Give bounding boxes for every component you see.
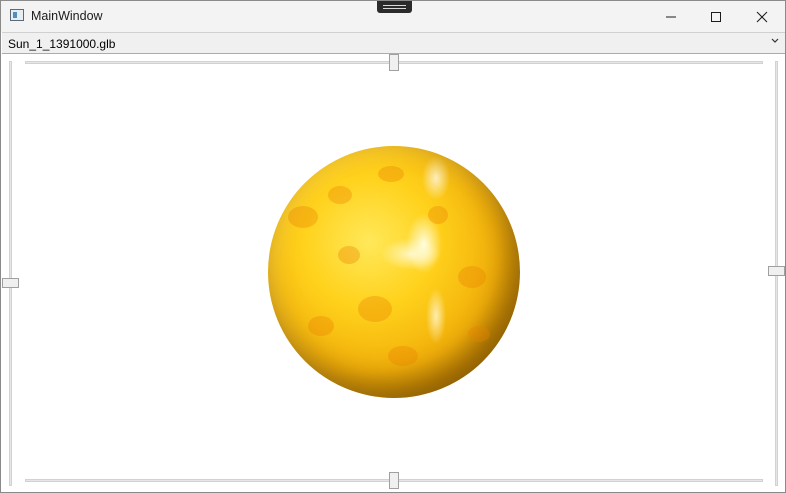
right-slider-thumb[interactable] [768, 266, 785, 276]
main-window: MainWindow Sun_1_1391000.glb [0, 0, 786, 493]
window-title: MainWindow [31, 9, 103, 23]
sun-model[interactable] [268, 146, 520, 398]
app-icon [10, 9, 24, 21]
maximize-button[interactable] [693, 1, 739, 32]
title-bar[interactable]: MainWindow [1, 1, 785, 32]
close-button[interactable] [739, 1, 785, 32]
close-icon [756, 11, 768, 22]
minimize-button[interactable] [648, 1, 694, 32]
top-slider-thumb[interactable] [389, 54, 399, 71]
left-slider-track[interactable] [9, 61, 12, 486]
model-combobox[interactable]: Sun_1_1391000.glb [2, 32, 785, 54]
left-slider-thumb[interactable] [2, 278, 19, 288]
minimize-icon [666, 16, 676, 17]
maximize-icon [711, 11, 721, 22]
snap-layout-grip-icon[interactable] [377, 1, 412, 13]
model-combobox-value: Sun_1_1391000.glb [8, 37, 116, 51]
chevron-down-icon [771, 38, 779, 43]
